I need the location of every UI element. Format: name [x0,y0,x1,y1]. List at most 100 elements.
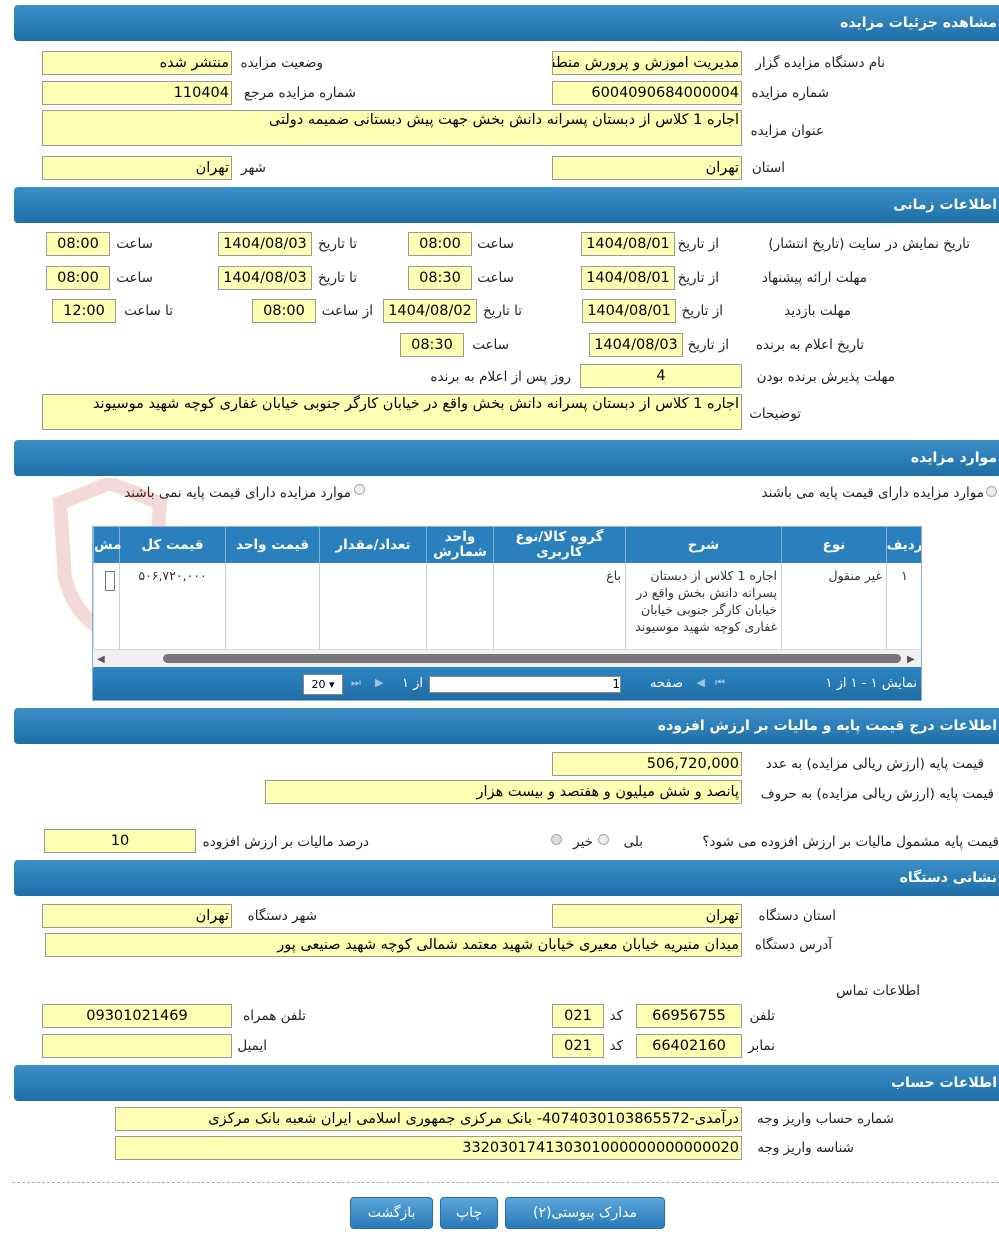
winner-time[interactable]: 08:30 [400,333,464,357]
org-province-field[interactable]: تهران [552,904,742,928]
visit-to-date[interactable]: 1404/08/02 [383,299,477,323]
org-city-field[interactable]: تهران [42,904,232,928]
org-address-field[interactable]: میدان منیریه خیابان معیری خیابان شهید مع… [45,933,742,957]
visit-from-time[interactable]: 08:00 [252,299,316,323]
publish-from-time[interactable]: 08:00 [408,232,472,256]
payment-id-field[interactable]: 332030174130301000000000000020 [115,1136,742,1160]
status-field[interactable]: منتشر شده [42,51,232,75]
horizontal-scrollbar[interactable]: ◀ ▶ [93,649,921,668]
fax-label: نمابر [748,1038,775,1054]
pager-first-icon[interactable]: ⏭ [351,676,361,690]
radio-with-price[interactable] [986,486,997,497]
fax-code-field[interactable]: 021 [552,1034,604,1058]
winner-date-label: از تاریخ [687,337,729,353]
radio-without-price[interactable] [354,484,365,495]
offer-from-hour-label: ساعت [477,270,514,286]
visit-from-date-label: از تاریخ [681,303,723,319]
ref-number-field[interactable]: 110404 [42,81,232,105]
col-header-group[interactable]: گروه کالا/نوع کاربری [493,527,625,563]
col-header-quantity[interactable]: تعداد/مقدار [319,527,426,563]
phone-label: تلفن [749,1008,775,1024]
footer-divider [12,1182,999,1183]
pager-prev-icon[interactable]: ▶ [375,676,383,689]
publish-to-hour-label: ساعت [116,236,153,252]
vat-yes-label: بلی [623,834,643,850]
section-header-price: اطلاعات درج قیمت پایه و مالیات بر ارزش ا… [14,708,999,744]
fax-code-label: کد [609,1038,623,1054]
cell-unit [426,563,493,649]
publish-from-date[interactable]: 1404/08/01 [581,232,675,256]
items-grid: ردیف نوع شرح گروه کالا/نوع کاربری واحد ش… [92,526,922,701]
pager-last-icon[interactable]: ⏮ [715,676,725,690]
scrollbar-thumb[interactable] [163,654,901,663]
offer-to-time[interactable]: 08:00 [46,266,110,290]
col-header-total-price[interactable]: قیمت کل [119,527,225,563]
publish-to-date-label: تا تاریخ [317,236,357,252]
ref-number-label: شماره مزایده مرجع [244,85,356,101]
vat-percent-field[interactable]: 10 [44,829,196,853]
col-header-unit[interactable]: واحد شمارش [426,527,493,563]
base-price-num-field[interactable]: 506,720,000 [552,752,742,776]
scroll-left-icon[interactable]: ◀ [97,654,105,665]
phone-code-field[interactable]: 021 [552,1004,604,1028]
visit-from-hour-label: از ساعت [321,303,373,319]
description-field[interactable]: اجاره 1 کلاس از دبستان پسرانه دانش بخش و… [42,394,742,430]
account-number-field[interactable]: درآمدی-4074030103865572- بانک مرکزی جمهو… [115,1107,742,1131]
phone-field[interactable]: 66956755 [636,1004,742,1028]
chevron-down-icon: ▾ [328,678,335,691]
back-button[interactable]: بازگشت [350,1197,433,1229]
city-label: شهر [241,160,266,176]
cell-index: ۱ [886,563,921,649]
pager-display: نمایش ۱ - ۱ از ۱ [825,676,918,691]
payment-id-label: شناسه واریز وجه [757,1140,854,1156]
pager-page-input[interactable]: 1 [429,676,621,693]
pager-next-icon[interactable]: ◀ [697,676,705,689]
publish-to-time[interactable]: 08:00 [46,232,110,256]
mobile-field[interactable]: 09301021469 [42,1004,232,1028]
fax-field[interactable]: 66402160 [636,1034,742,1058]
vat-no-radio[interactable] [551,834,562,845]
title-field[interactable]: اجاره 1 کلاس از دبستان پسرانه دانش بخش ج… [42,110,742,146]
cell-unit-price [225,563,319,649]
offer-to-date[interactable]: 1404/08/03 [218,266,312,290]
account-number-label: شماره حساب واریز وجه [756,1111,894,1127]
section-header-time: اطلاعات زمانی [14,187,999,223]
pager-size-select[interactable]: 20 ▾ [303,674,343,695]
email-label: ایمیل [237,1038,267,1054]
col-header-description[interactable]: شرح [625,527,781,563]
scroll-right-icon[interactable]: ▶ [907,654,915,665]
vat-yes-radio[interactable] [598,834,609,845]
city-field[interactable]: تهران [42,156,232,180]
print-button[interactable]: چاپ [440,1197,498,1229]
visit-to-time[interactable]: 12:00 [52,299,116,323]
visit-to-date-label: تا تاریخ [482,303,522,319]
col-header-index[interactable]: ردیف [886,527,921,563]
publish-from-date-label: از تاریخ [677,236,719,252]
accept-days-field[interactable]: 4 [580,364,742,388]
offer-label: مهلت ارائه پیشنهاد [761,270,867,286]
row-action-button[interactable] [105,571,115,591]
org-label: نام دستگاه مزایده گزار [755,55,885,71]
mobile-label: تلفن همراه [243,1008,306,1024]
vat-question-label: قیمت پایه مشمول مالیات بر ارزش افزوده می… [702,834,999,850]
email-field[interactable] [42,1034,232,1058]
col-header-type[interactable]: نوع [781,527,886,563]
base-price-words-field[interactable]: پانصد و شش میلیون و هفتصد و بیست هزار [265,780,742,804]
number-field[interactable]: 6004090684000004 [552,81,742,105]
contact-info-label: اطلاعات تماس [836,983,920,999]
offer-from-time[interactable]: 08:30 [408,266,472,290]
publish-from-hour-label: ساعت [477,236,514,252]
col-header-unit-price[interactable]: قیمت واحد [225,527,319,563]
col-header-extra[interactable]: مش [93,527,121,563]
title-label: عنوان مزایده [750,123,824,139]
section-header-items: موارد مزایده [14,440,999,476]
attachments-button[interactable]: مدارک پیوستی(۲) [505,1197,665,1229]
winner-label: تاریخ اعلام به برنده [755,337,864,353]
province-field[interactable]: تهران [552,156,742,180]
winner-date[interactable]: 1404/08/03 [589,333,683,357]
publish-to-date[interactable]: 1404/08/03 [218,232,312,256]
visit-from-date[interactable]: 1404/08/01 [582,299,676,323]
number-label: شماره مزایده [751,85,829,101]
offer-from-date[interactable]: 1404/08/01 [581,266,675,290]
org-field[interactable]: مدیریت اموزش و پرورش منطقه [552,51,742,75]
